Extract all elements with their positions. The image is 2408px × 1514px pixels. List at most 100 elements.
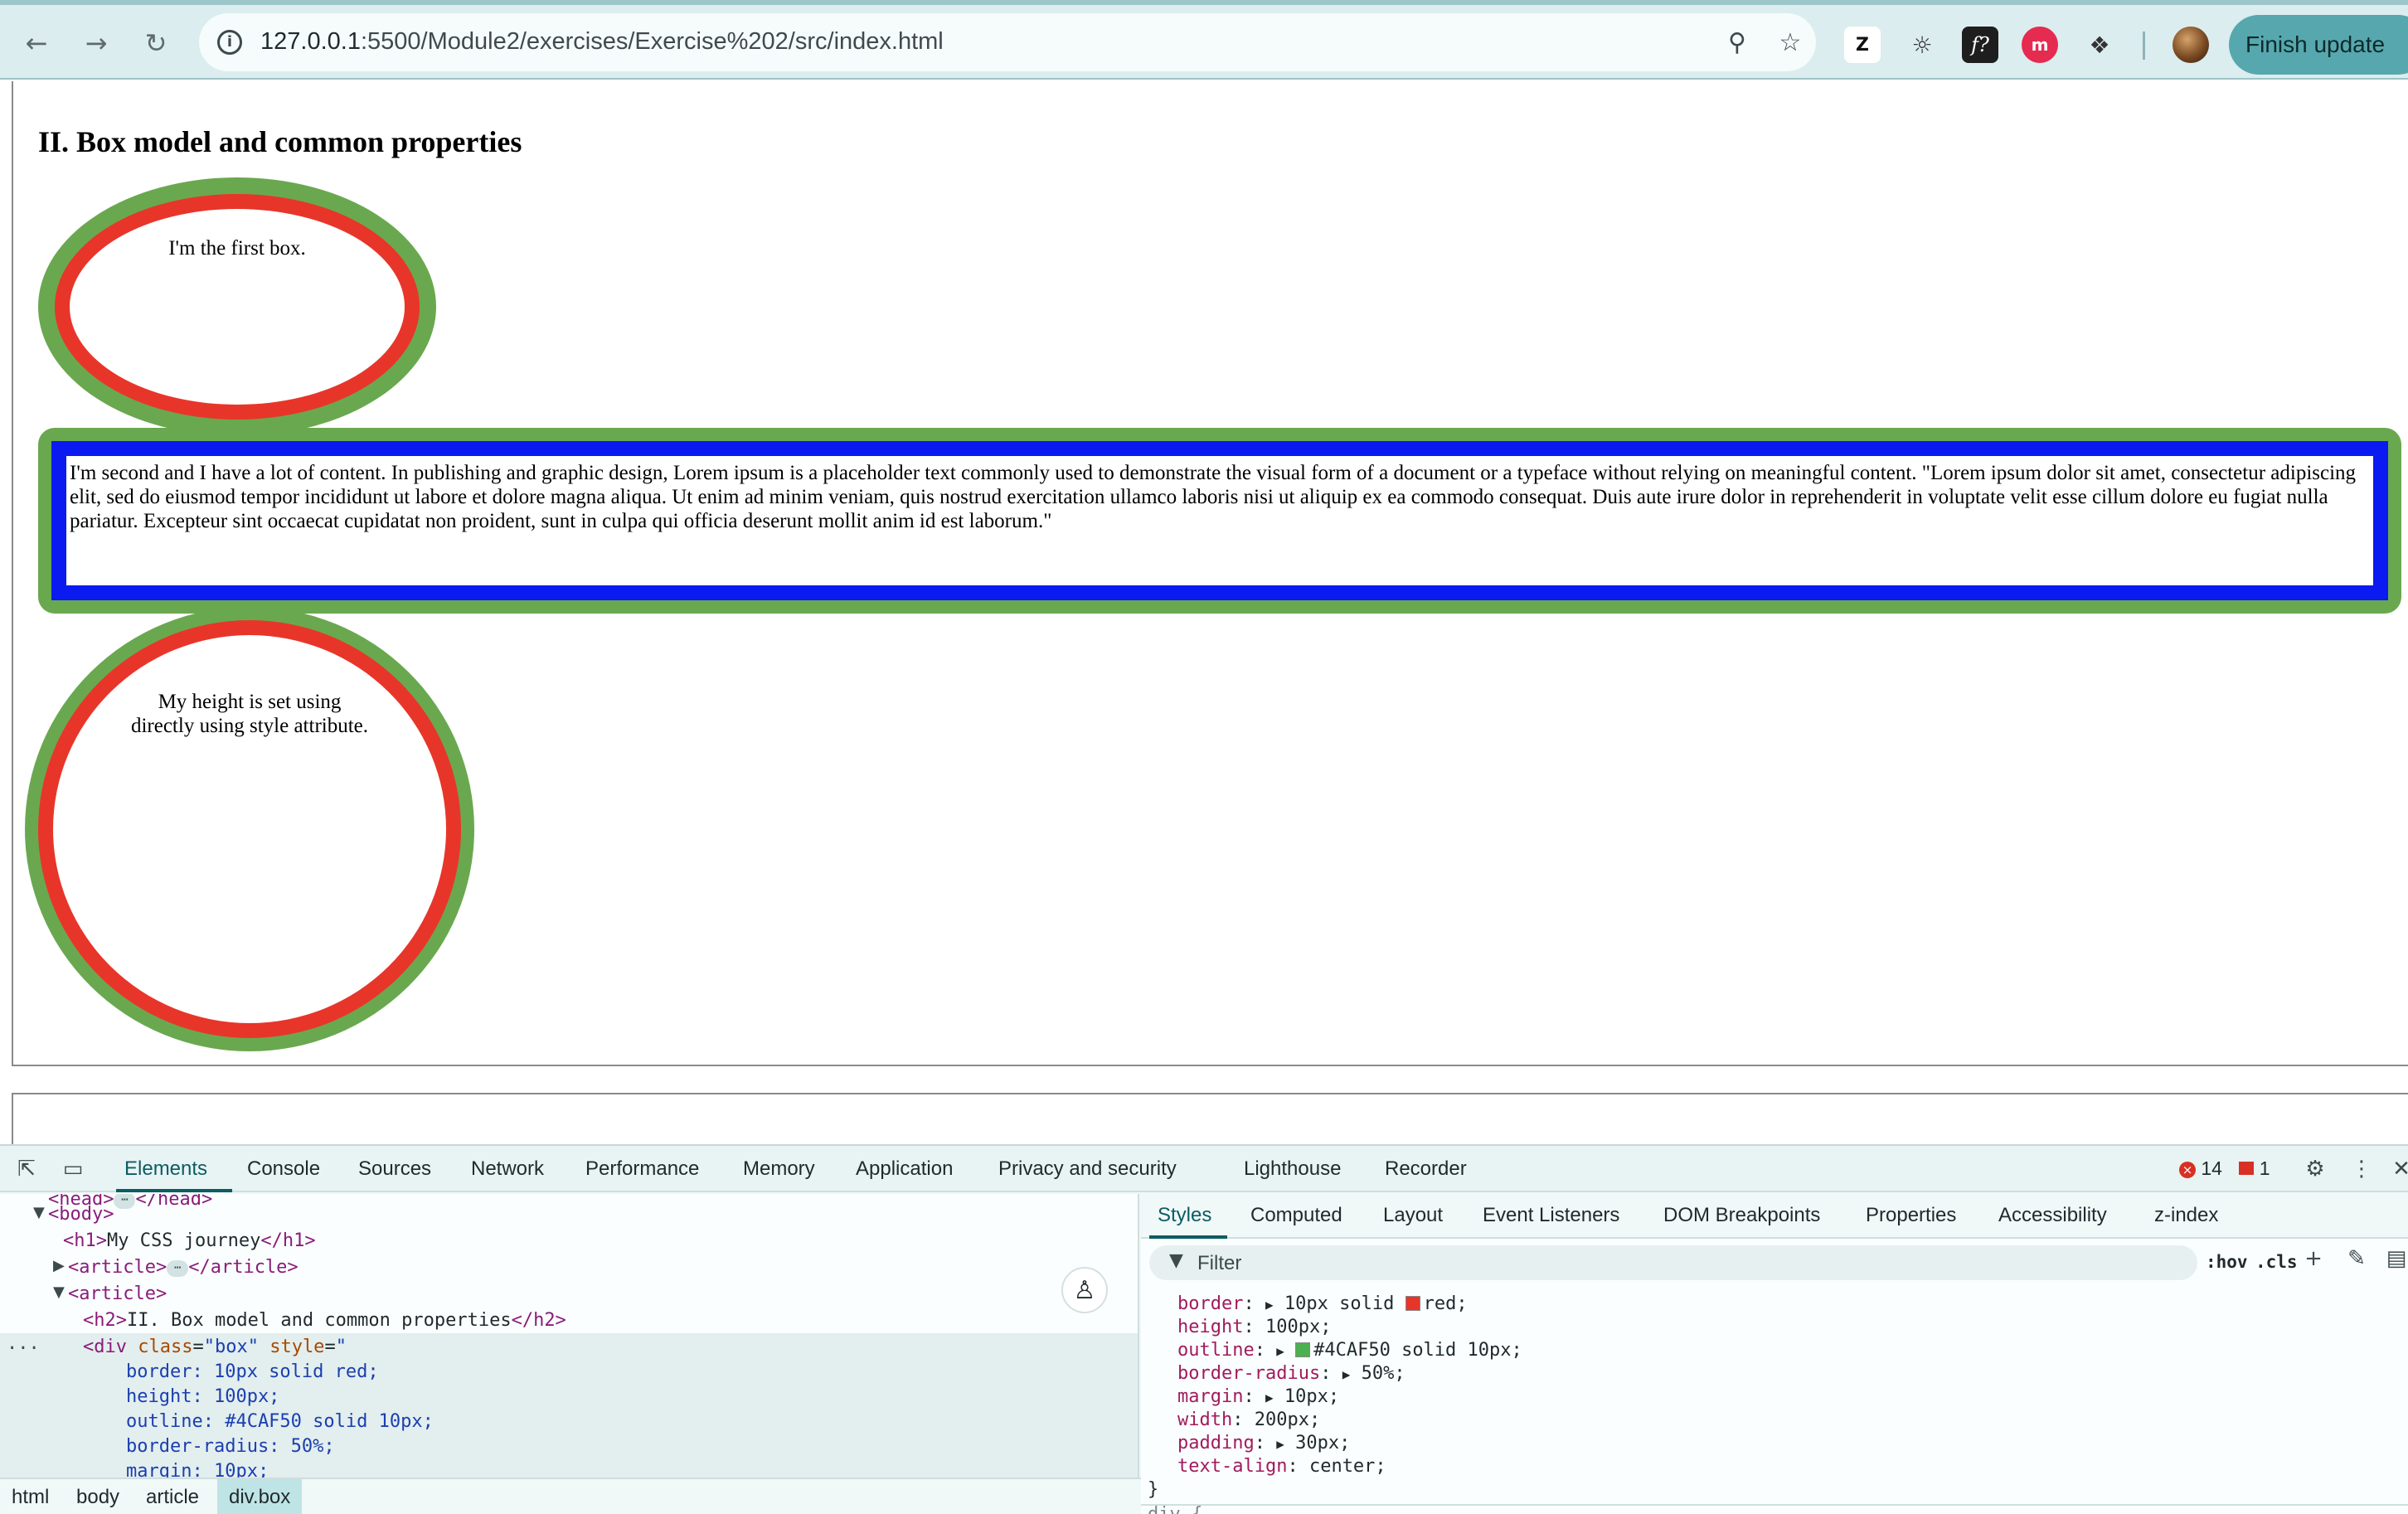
issues-counter[interactable]: × 14 1 [2179,1157,2270,1180]
body-node[interactable]: <body> [48,1204,114,1225]
second-box: I'm second and I have a lot of content. … [51,441,2388,600]
tab-accessibility[interactable]: Accessibility [1998,1204,2107,1227]
collapse-triangle-icon[interactable]: ▶ [53,1257,65,1274]
first-box-text: I'm the first box. [168,237,306,260]
style-rule-height[interactable]: height: 100px; [1177,1317,1331,1337]
tab-console[interactable]: Console [247,1157,320,1181]
tab-elements[interactable]: Elements [124,1157,207,1181]
devtools-panel: ⇱ ▭ Elements Console Sources Network Per… [0,1144,2408,1514]
back-icon[interactable]: ← [17,23,56,63]
style-rule-text-align[interactable]: text-align: center; [1177,1456,1386,1477]
color-swatch[interactable] [1295,1342,1311,1357]
rule-close-brace: } [1148,1479,1159,1500]
next-rule-selector[interactable]: div { [1148,1504,1202,1514]
tab-event-listeners[interactable]: Event Listeners [1483,1204,1619,1227]
tab-network[interactable]: Network [471,1157,544,1181]
address-bar[interactable]: i 127.0.0.1:5500/Module2/exercises/Exerc… [199,13,1816,71]
site-info-icon[interactable]: i [212,25,247,60]
expand-triangle-icon[interactable]: ▼ [53,1284,65,1301]
warning-icon [2239,1162,2255,1175]
breadcrumb-html[interactable]: html [12,1486,49,1509]
tab-lighthouse[interactable]: Lighthouse [1244,1157,1341,1181]
puzzle-icon[interactable]: ❖ [2081,27,2118,63]
zoom-icon[interactable]: ⚲ [1718,23,1756,61]
style-rule-margin[interactable]: margin: ▶ 10px; [1177,1386,1339,1407]
warning-count: 1 [2259,1157,2270,1179]
inline-style-height: height: 100px; [126,1386,280,1407]
finish-update-button[interactable]: Finish update [2229,15,2408,75]
formula-extension-icon[interactable]: f? [1962,27,1998,63]
toggle-sidebar-icon[interactable]: ▤ [2381,1245,2408,1272]
first-box: I'm the first box. [55,194,420,420]
paint-brush-icon[interactable]: ✎ [2342,1245,2372,1272]
breadcrumb-body[interactable]: body [76,1486,119,1509]
third-box-text: My height is set using directly using st… [130,691,369,737]
style-rule-outline[interactable]: outline: ▶ #4CAF50 solid 10px; [1177,1340,1522,1361]
styles-pane: Styles Computed Layout Event Listeners D… [1141,1194,2408,1514]
accessibility-tree-icon[interactable]: ♙ [1061,1267,1108,1313]
url-text[interactable]: 127.0.0.1:5500/Module2/exercises/Exercis… [260,28,944,56]
tab-z-index[interactable]: z-index [2154,1204,2218,1227]
article-node[interactable]: <article> [68,1284,167,1304]
page-heading: II. Box model and common properties [38,125,522,158]
style-rule-width[interactable]: width: 200px; [1177,1410,1320,1430]
tab-memory[interactable]: Memory [743,1157,815,1181]
new-style-rule-icon[interactable]: + [2299,1245,2328,1272]
zotero-extension-icon[interactable]: Z [1844,27,1881,63]
tab-sources[interactable]: Sources [358,1157,431,1181]
sun-extension-icon[interactable]: ☼ [1904,27,1940,63]
forward-icon[interactable]: → [76,23,116,63]
inline-style-outline: outline: #4CAF50 solid 10px; [126,1411,434,1432]
breadcrumb: html body article div.box [0,1478,1141,1514]
next-iframe-border [12,1093,2408,1151]
browser-toolbar: ← → ↻ i 127.0.0.1:5500/Module2/exercises… [0,5,2408,80]
breadcrumb-article[interactable]: article [146,1486,199,1509]
style-rule-border-radius[interactable]: border-radius: ▶ 50%; [1177,1363,1405,1384]
close-devtools-icon[interactable]: ✕ [2386,1156,2408,1182]
tab-properties[interactable]: Properties [1866,1204,1956,1227]
settings-gear-icon[interactable]: ⚙ [2300,1156,2330,1182]
hov-toggle[interactable]: :hov [2206,1252,2248,1272]
tab-application[interactable]: Application [856,1157,953,1181]
breadcrumb-div-box[interactable]: div.box [217,1479,303,1514]
device-toolbar-icon[interactable]: ▭ [58,1156,88,1182]
inspect-element-icon[interactable]: ⇱ [12,1156,41,1182]
error-count: 14 [2201,1157,2222,1179]
tab-computed[interactable]: Computed [1250,1204,1342,1227]
avatar[interactable] [2173,27,2209,63]
page-viewport: II. Box model and common properties I'm … [0,81,2408,1151]
sidebar-tab-bar: Styles Computed Layout Event Listeners D… [1141,1194,2408,1239]
inline-style-border: border: 10px solid red; [126,1361,379,1382]
third-box: My height is set using directly using st… [38,620,461,1038]
more-options-icon[interactable]: ⋮ [2347,1156,2376,1182]
tab-styles[interactable]: Styles [1158,1204,1211,1227]
div-box-node[interactable]: <div class="box" style=" [83,1337,347,1357]
style-rule-border[interactable]: border: ▶ 10px solid red; [1177,1293,1468,1314]
tab-dom-breakpoints[interactable]: DOM Breakpoints [1663,1204,1820,1227]
styles-filter-input[interactable]: ▼ Filter [1149,1245,2197,1280]
tab-performance[interactable]: Performance [585,1157,699,1181]
h2-node[interactable]: <h2>II. Box model and common properties<… [83,1310,566,1331]
second-box-text: I'm second and I have a lot of content. … [70,462,2357,532]
style-rule-padding[interactable]: padding: ▶ 30px; [1177,1433,1350,1453]
h1-node[interactable]: <h1>My CSS journey</h1> [63,1230,316,1251]
article-collapsed-node[interactable]: <article> ⋯ </article> [68,1257,299,1278]
elements-tree: <head> ⋯ </head> ▼ <body> <h1>My CSS journ… [0,1194,1139,1514]
m-extension-icon[interactable]: m [2022,27,2058,63]
cls-toggle[interactable]: .cls [2255,1252,2298,1272]
devtools-tab-bar: ⇱ ▭ Elements Console Sources Network Per… [0,1146,2408,1192]
toolbar-divider [2143,32,2145,60]
active-subtab-indicator [1149,1235,1227,1239]
star-icon[interactable]: ☆ [1771,23,1809,61]
filter-icon: ▼ [1169,1250,1183,1271]
tab-privacy-security[interactable]: Privacy and security [998,1157,1177,1181]
tab-recorder[interactable]: Recorder [1385,1157,1467,1181]
tab-layout[interactable]: Layout [1383,1204,1443,1227]
active-tab-indicator [116,1189,232,1192]
expand-triangle-icon[interactable]: ▼ [33,1204,45,1221]
error-icon: × [2179,1162,2196,1178]
reload-icon[interactable]: ↻ [136,23,176,63]
node-ellipsis[interactable]: ... [7,1333,40,1354]
inline-style-radius: border-radius: 50%; [126,1436,335,1457]
color-swatch[interactable] [1405,1296,1420,1311]
